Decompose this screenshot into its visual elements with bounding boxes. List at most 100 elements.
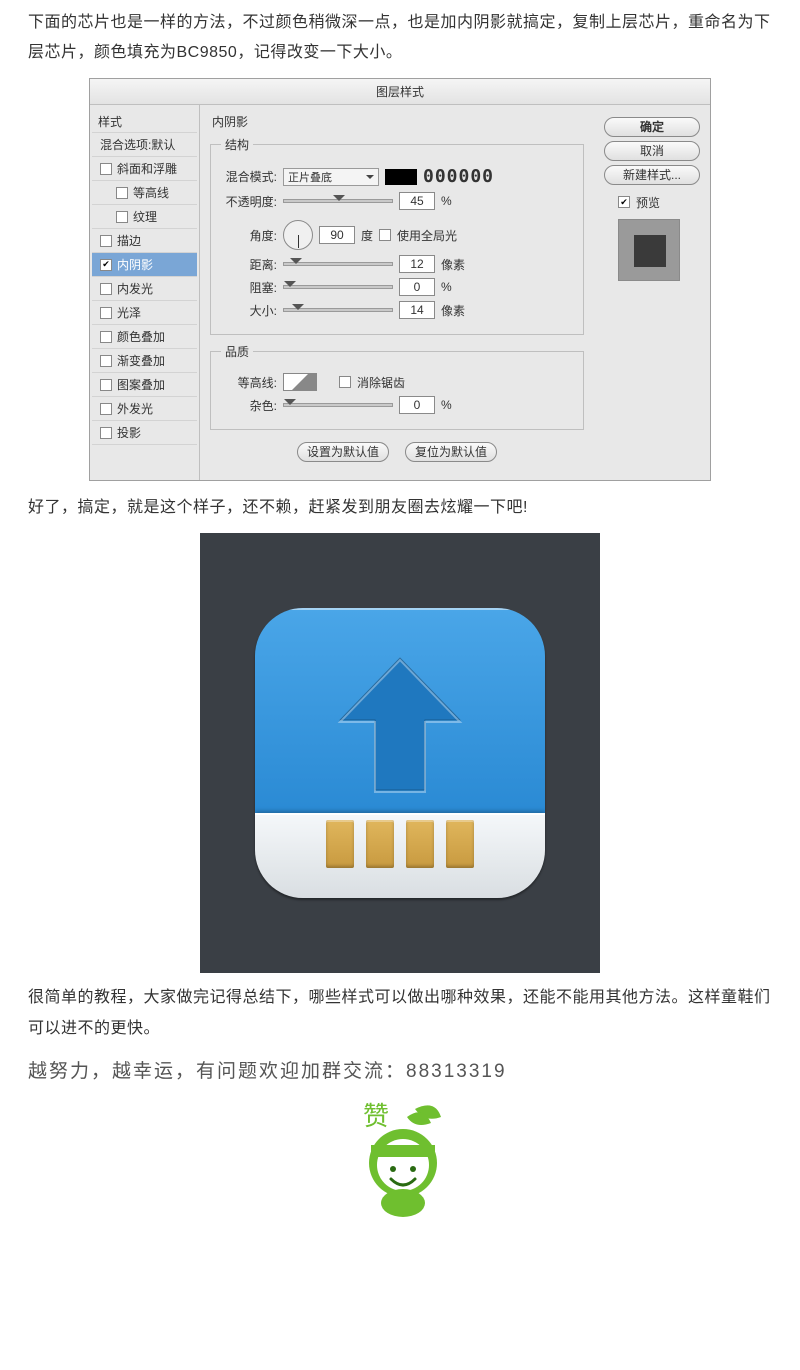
style-label: 颜色叠加 <box>117 328 165 345</box>
style-bevel[interactable]: 斜面和浮雕 <box>92 156 197 180</box>
opacity-input[interactable]: 45 <box>399 192 435 210</box>
style-color-overlay[interactable]: 颜色叠加 <box>92 324 197 348</box>
layer-style-dialog: 图层样式 样式 混合选项:默认 斜面和浮雕 等高线 纹理 <box>89 78 711 481</box>
style-outer-glow[interactable]: 外发光 <box>92 396 197 420</box>
unit-percent: % <box>441 280 452 294</box>
praise-text: 赞 <box>363 1102 389 1131</box>
contour-picker[interactable] <box>283 373 317 391</box>
style-label: 光泽 <box>117 304 141 321</box>
arrow-up-icon <box>325 650 475 800</box>
result-figure <box>0 533 800 973</box>
checkbox-icon[interactable] <box>100 379 112 391</box>
unit-degree: 度 <box>361 227 373 244</box>
styles-panel: 样式 混合选项:默认 斜面和浮雕 等高线 纹理 描 <box>90 105 200 480</box>
tutorial-paragraph-3: 很简单的教程，大家做完记得总结下，哪些样式可以做出哪种效果，还能不能用其他方法。… <box>28 983 772 1044</box>
chips-row <box>255 820 545 868</box>
blend-mode-label: 混合模式: <box>221 168 277 185</box>
opacity-label: 不透明度: <box>221 193 277 210</box>
checkbox-icon[interactable] <box>100 283 112 295</box>
quality-legend: 品质 <box>221 343 253 360</box>
global-light-checkbox[interactable] <box>379 229 391 241</box>
preview-checkbox[interactable] <box>618 196 630 208</box>
distance-label: 距离: <box>221 256 277 273</box>
style-label: 等高线 <box>133 184 169 201</box>
style-label: 纹理 <box>133 208 157 225</box>
structure-group: 结构 混合模式: 正片叠底 000000 不透明度: 45 % <box>210 136 584 335</box>
size-label: 大小: <box>221 302 277 319</box>
style-label: 投影 <box>117 424 141 441</box>
noise-label: 杂色: <box>221 397 277 414</box>
styles-header: 样式 <box>92 109 197 132</box>
checkbox-icon[interactable] <box>100 427 112 439</box>
style-label: 渐变叠加 <box>117 352 165 369</box>
style-label: 图案叠加 <box>117 376 165 393</box>
action-panel: 确定 取消 新建样式... 预览 <box>594 105 710 480</box>
style-inner-glow[interactable]: 内发光 <box>92 276 197 300</box>
angle-dial[interactable] <box>283 220 313 250</box>
reset-default-button[interactable]: 复位为默认值 <box>405 442 497 462</box>
unit-percent: % <box>441 194 452 208</box>
preview-thumbnail <box>618 219 680 281</box>
tutorial-paragraph-2: 好了，搞定，就是这个样子，还不赖，赶紧发到朋友圈去炫耀一下吧! <box>28 493 772 523</box>
style-blend-options[interactable]: 混合选项:默认 <box>92 132 197 156</box>
structure-legend: 结构 <box>221 136 253 153</box>
style-contour[interactable]: 等高线 <box>92 180 197 204</box>
opacity-slider[interactable] <box>283 199 393 203</box>
style-texture[interactable]: 纹理 <box>92 204 197 228</box>
antialias-label: 消除锯齿 <box>357 374 405 391</box>
ok-button[interactable]: 确定 <box>604 117 700 137</box>
chip-icon <box>366 820 394 868</box>
cancel-button[interactable]: 取消 <box>604 141 700 161</box>
checkbox-icon[interactable] <box>116 187 128 199</box>
checkbox-icon[interactable] <box>100 331 112 343</box>
style-drop-shadow[interactable]: 投影 <box>92 420 197 445</box>
checkbox-icon[interactable] <box>100 403 112 415</box>
color-hex: 000000 <box>423 166 494 187</box>
unit-percent: % <box>441 398 452 412</box>
chip-icon <box>406 820 434 868</box>
antialias-checkbox[interactable] <box>339 376 351 388</box>
checkbox-icon[interactable] <box>100 355 112 367</box>
choke-slider[interactable] <box>283 285 393 289</box>
color-swatch[interactable] <box>385 169 417 185</box>
size-input[interactable]: 14 <box>399 301 435 319</box>
upload-icon <box>255 608 545 898</box>
distance-input[interactable]: 12 <box>399 255 435 273</box>
effect-title: 内阴影 <box>210 111 584 134</box>
noise-slider[interactable] <box>283 403 393 407</box>
style-label: 内阴影 <box>117 256 153 273</box>
set-default-button[interactable]: 设置为默认值 <box>297 442 389 462</box>
layer-style-dialog-figure: 图层样式 样式 混合选项:默认 斜面和浮雕 等高线 纹理 <box>0 78 800 481</box>
noise-input[interactable]: 0 <box>399 396 435 414</box>
unit-px: 像素 <box>441 256 465 273</box>
choke-input[interactable]: 0 <box>399 278 435 296</box>
preview-label: 预览 <box>636 194 660 211</box>
choke-label: 阻塞: <box>221 279 277 296</box>
new-style-button[interactable]: 新建样式... <box>604 165 700 185</box>
checkbox-icon[interactable] <box>100 307 112 319</box>
style-stroke[interactable]: 描边 <box>92 228 197 252</box>
chip-icon <box>446 820 474 868</box>
quality-group: 品质 等高线: 消除锯齿 杂色: 0 % <box>210 343 584 430</box>
style-inner-shadow[interactable]: 内阴影 <box>92 252 197 276</box>
dialog-title: 图层样式 <box>90 79 710 105</box>
style-label: 内发光 <box>117 280 153 297</box>
distance-slider[interactable] <box>283 262 393 266</box>
style-gradient-overlay[interactable]: 渐变叠加 <box>92 348 197 372</box>
style-label: 描边 <box>117 232 141 249</box>
style-satin[interactable]: 光泽 <box>92 300 197 324</box>
chip-icon <box>326 820 354 868</box>
size-slider[interactable] <box>283 308 393 312</box>
style-pattern-overlay[interactable]: 图案叠加 <box>92 372 197 396</box>
checkbox-icon[interactable] <box>100 259 112 271</box>
contact-line: 越努力，越幸运，有问题欢迎加群交流：88313319 <box>28 1056 772 1083</box>
unit-px: 像素 <box>441 302 465 319</box>
style-label: 斜面和浮雕 <box>117 160 177 177</box>
style-label: 外发光 <box>117 400 153 417</box>
settings-panel: 内阴影 结构 混合模式: 正片叠底 000000 不透明度: 45 % <box>200 105 594 480</box>
blend-mode-select[interactable]: 正片叠底 <box>283 168 379 186</box>
checkbox-icon[interactable] <box>100 163 112 175</box>
checkbox-icon[interactable] <box>100 235 112 247</box>
checkbox-icon[interactable] <box>116 211 128 223</box>
angle-input[interactable]: 90 <box>319 226 355 244</box>
